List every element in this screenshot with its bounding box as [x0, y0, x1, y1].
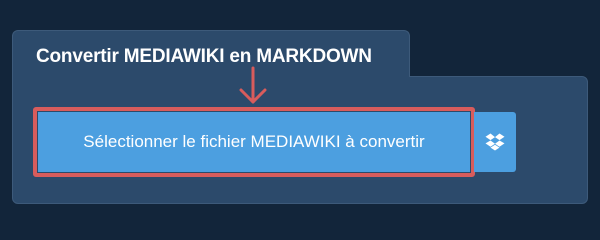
converter-page: Convertir MEDIAWIKI en MARKDOWN Sélectio… [0, 0, 600, 230]
down-arrow-icon [239, 66, 267, 104]
dropbox-button[interactable] [474, 112, 516, 172]
select-file-button[interactable]: Sélectionner le fichier MEDIAWIKI à conv… [38, 112, 470, 172]
panel-title: Convertir MEDIAWIKI en MARKDOWN [36, 46, 372, 67]
dropbox-icon [485, 133, 505, 151]
